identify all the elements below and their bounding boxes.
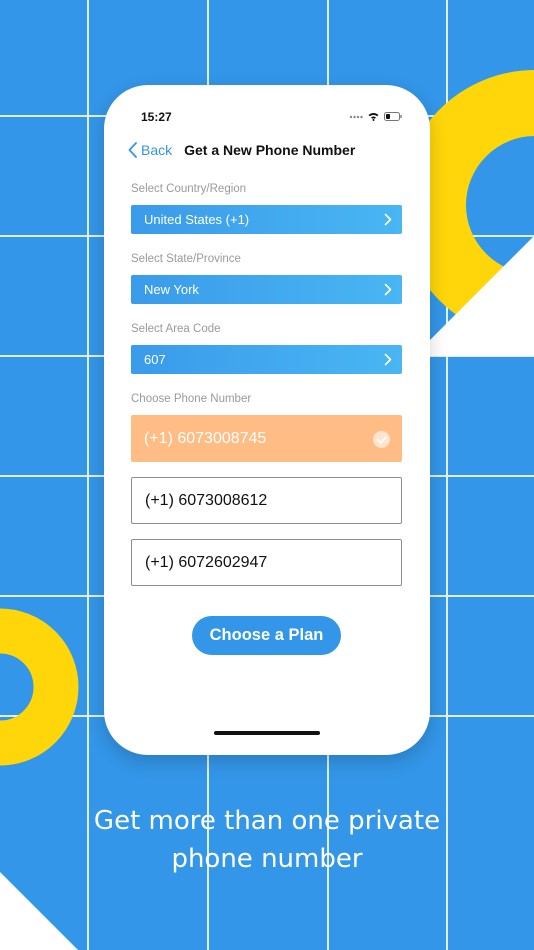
back-label: Back: [141, 142, 173, 158]
chevron-right-icon: [384, 283, 392, 296]
chevron-right-icon: [384, 353, 392, 366]
home-indicator: [214, 731, 320, 735]
tagline-line-2: phone number: [171, 844, 363, 874]
country-select[interactable]: United States (+1): [131, 205, 402, 234]
page-title: Get a New Phone Number: [184, 142, 356, 158]
tagline: Get more than one private phone number: [0, 802, 534, 878]
area-code-label: Select Area Code: [131, 323, 221, 335]
wifi-icon: [368, 113, 379, 121]
phone-mockup: 15:27 Back Get a New Phone Number Select…: [104, 85, 430, 755]
white-triangle-bottom-left: [0, 872, 78, 950]
phone-number-label: Choose Phone Number: [131, 393, 252, 405]
area-code-select[interactable]: 607: [131, 345, 402, 374]
state-select[interactable]: New York: [131, 275, 402, 304]
status-time: 15:27: [141, 110, 172, 124]
status-icons: [349, 112, 402, 121]
country-label: Select Country/Region: [131, 183, 247, 195]
chevron-right-icon: [384, 213, 392, 226]
signal-dots-icon: [349, 115, 363, 118]
navigation-bar: Back Get a New Phone Number: [128, 142, 355, 158]
tagline-line-1: Get more than one private: [93, 806, 441, 836]
checkmark-icon: [373, 431, 390, 448]
country-value: United States (+1): [144, 212, 250, 227]
state-value: New York: [144, 282, 199, 297]
back-button[interactable]: Back: [128, 142, 172, 158]
phone-number-option-selected[interactable]: (+1) 6073008745: [131, 415, 402, 462]
choose-plan-button[interactable]: Choose a Plan: [192, 616, 341, 655]
chevron-left-icon: [128, 142, 137, 158]
phone-number-value: (+1) 6073008745: [144, 429, 267, 447]
yellow-ring-left: [0, 608, 79, 766]
phone-number-option[interactable]: (+1) 6073008612: [131, 477, 402, 524]
state-label: Select State/Province: [131, 253, 241, 265]
phone-number-value: (+1) 6072602947: [145, 553, 268, 571]
phone-number-option[interactable]: (+1) 6072602947: [131, 539, 402, 586]
area-code-value: 607: [144, 352, 166, 367]
battery-icon: [384, 112, 402, 121]
phone-number-value: (+1) 6073008612: [145, 491, 268, 509]
